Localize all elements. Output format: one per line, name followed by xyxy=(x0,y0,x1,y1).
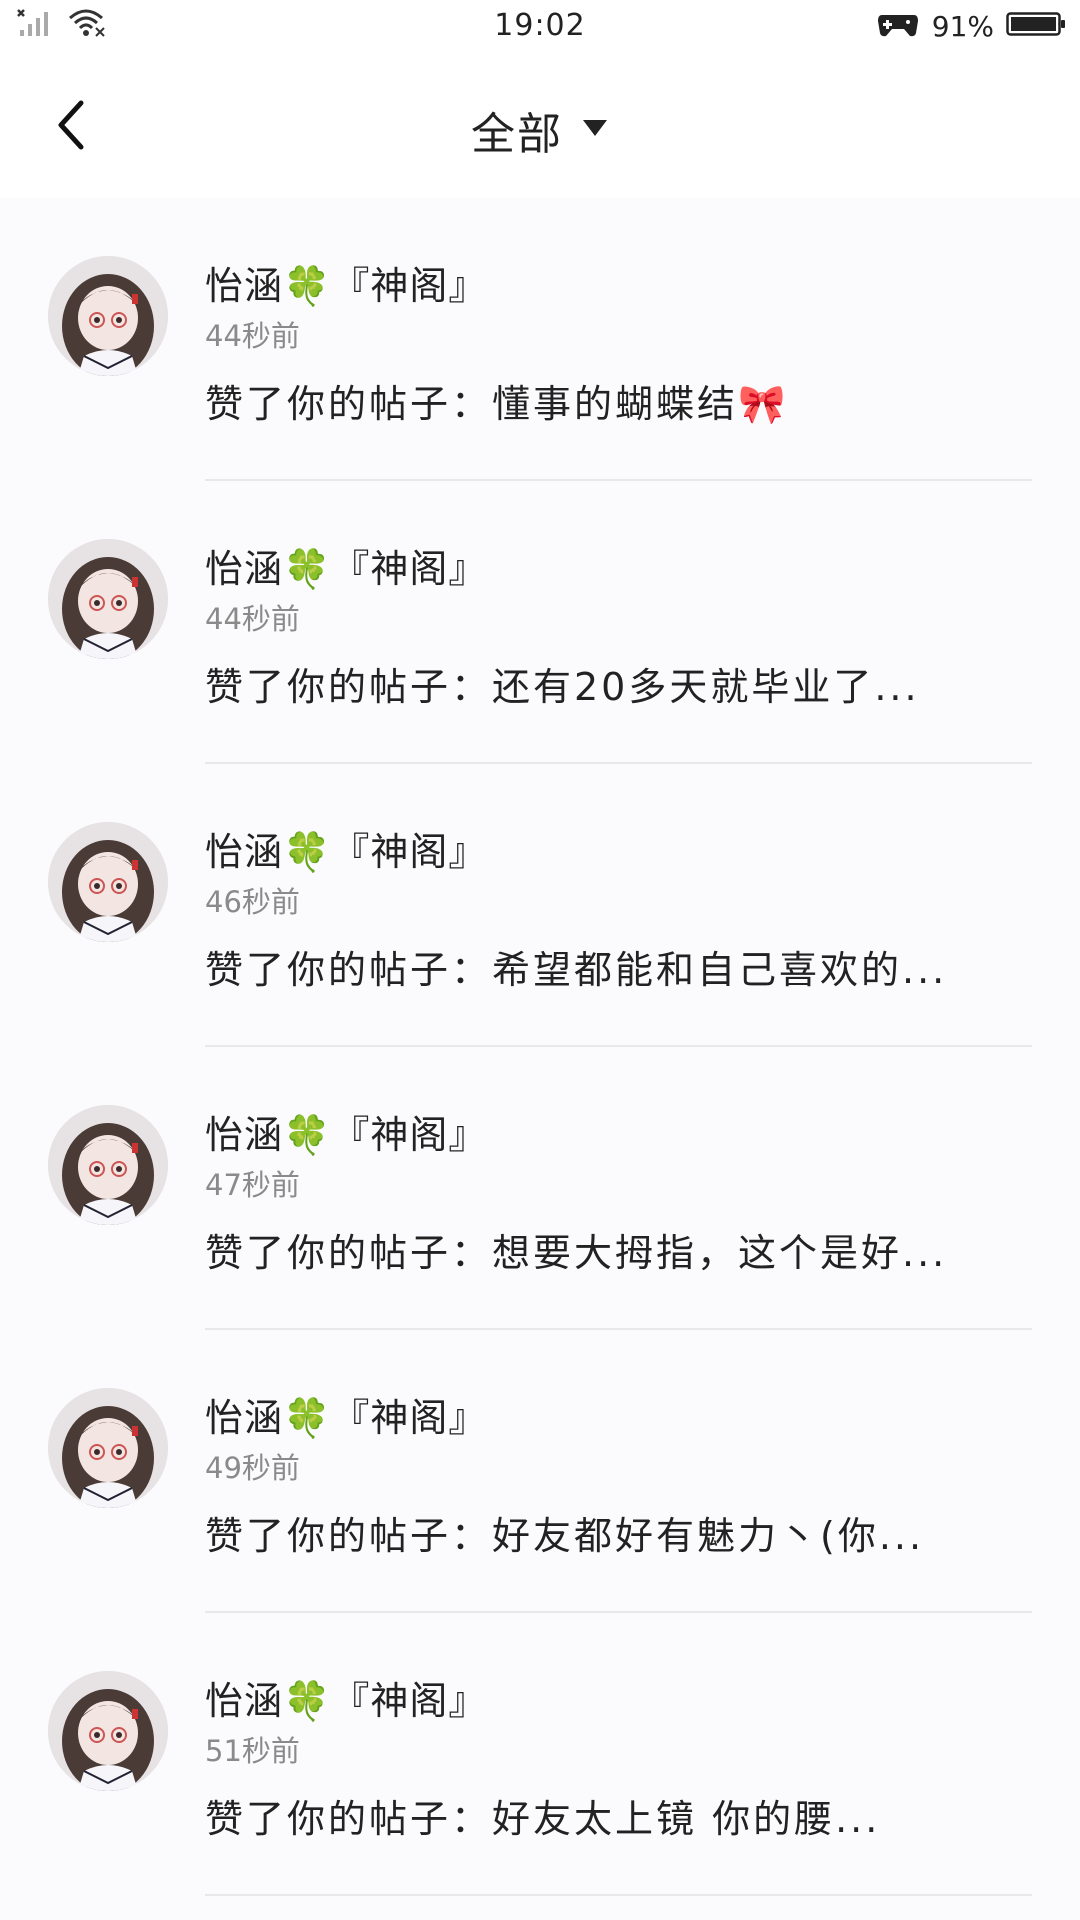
avatar[interactable] xyxy=(48,822,168,942)
avatar[interactable] xyxy=(48,1671,168,1791)
divider xyxy=(205,1894,1032,1896)
notification-message[interactable]: 赞了你的帖子：想要大拇指，这个是好... xyxy=(205,1227,1032,1279)
user-name[interactable]: 怡涵🍀『神阁』 xyxy=(205,538,487,593)
avatar[interactable] xyxy=(48,1388,168,1508)
timestamp: 44秒前 xyxy=(205,602,300,636)
timestamp: 49秒前 xyxy=(205,1451,300,1485)
notification-list: 怡涵🍀『神阁』 44秒前 赞了你的帖子：懂事的蝴蝶结🎀 怡涵🍀『神阁』 44秒前… xyxy=(0,198,1080,1896)
notification-message[interactable]: 赞了你的帖子：好友都好有魅力丶(你... xyxy=(205,1510,1032,1562)
name-row: 怡涵🍀『神阁』 xyxy=(205,824,1032,874)
timestamp: 51秒前 xyxy=(205,1734,300,1768)
name-row: 怡涵🍀『神阁』 xyxy=(205,541,1032,591)
header: 全部 xyxy=(0,52,1080,198)
name-row: 怡涵🍀『神阁』 xyxy=(205,1390,1032,1440)
notification-message[interactable]: 赞了你的帖子：懂事的蝴蝶结🎀 xyxy=(205,378,1032,430)
user-name[interactable]: 怡涵🍀『神阁』 xyxy=(205,1670,487,1725)
notification-item[interactable]: 怡涵🍀『神阁』 44秒前 赞了你的帖子：还有20多天就毕业了... xyxy=(0,481,1080,764)
notification-item[interactable]: 怡涵🍀『神阁』 49秒前 赞了你的帖子：好友都好有魅力丶(你... xyxy=(0,1330,1080,1613)
notification-message[interactable]: 赞了你的帖子：好友太上镜 你的腰... xyxy=(205,1793,1032,1845)
notification-item[interactable]: 怡涵🍀『神阁』 51秒前 赞了你的帖子：好友太上镜 你的腰... xyxy=(0,1613,1080,1896)
notification-content: 怡涵🍀『神阁』 51秒前 赞了你的帖子：好友太上镜 你的腰... xyxy=(205,1673,1032,1845)
user-name[interactable]: 怡涵🍀『神阁』 xyxy=(205,1104,487,1159)
avatar[interactable] xyxy=(48,539,168,659)
notification-message[interactable]: 赞了你的帖子：还有20多天就毕业了... xyxy=(205,661,1032,713)
avatar[interactable] xyxy=(48,256,168,376)
name-row: 怡涵🍀『神阁』 xyxy=(205,258,1032,308)
notification-item[interactable]: 怡涵🍀『神阁』 47秒前 赞了你的帖子：想要大拇指，这个是好... xyxy=(0,1047,1080,1330)
name-row: 怡涵🍀『神阁』 xyxy=(205,1107,1032,1157)
notification-item[interactable]: 怡涵🍀『神阁』 44秒前 赞了你的帖子：懂事的蝴蝶结🎀 xyxy=(0,198,1080,481)
status-right: 91% xyxy=(876,9,1066,43)
notification-content: 怡涵🍀『神阁』 46秒前 赞了你的帖子：希望都能和自己喜欢的... xyxy=(205,824,1032,996)
page-title: 全部 xyxy=(471,109,563,160)
battery-percent: 91% xyxy=(931,9,994,43)
notification-content: 怡涵🍀『神阁』 44秒前 赞了你的帖子：懂事的蝴蝶结🎀 xyxy=(205,258,1032,430)
timestamp: 47秒前 xyxy=(205,1168,300,1202)
gamepad-icon xyxy=(876,9,920,43)
notification-item[interactable]: 怡涵🍀『神阁』 46秒前 赞了你的帖子：希望都能和自己喜欢的... xyxy=(0,764,1080,1047)
battery-icon xyxy=(1006,10,1066,42)
triangle-down-icon xyxy=(581,118,609,142)
filter-dropdown[interactable]: 全部 xyxy=(0,98,1080,162)
name-row: 怡涵🍀『神阁』 xyxy=(205,1673,1032,1723)
avatar[interactable] xyxy=(48,1105,168,1225)
notification-content: 怡涵🍀『神阁』 49秒前 赞了你的帖子：好友都好有魅力丶(你... xyxy=(205,1390,1032,1562)
timestamp: 46秒前 xyxy=(205,885,300,919)
timestamp: 44秒前 xyxy=(205,319,300,353)
user-name[interactable]: 怡涵🍀『神阁』 xyxy=(205,1387,487,1442)
status-bar: 19:02 91% xyxy=(0,0,1080,52)
user-name[interactable]: 怡涵🍀『神阁』 xyxy=(205,255,487,310)
user-name[interactable]: 怡涵🍀『神阁』 xyxy=(205,821,487,876)
notification-content: 怡涵🍀『神阁』 44秒前 赞了你的帖子：还有20多天就毕业了... xyxy=(205,541,1032,713)
notification-content: 怡涵🍀『神阁』 47秒前 赞了你的帖子：想要大拇指，这个是好... xyxy=(205,1107,1032,1279)
notification-message[interactable]: 赞了你的帖子：希望都能和自己喜欢的... xyxy=(205,944,1032,996)
